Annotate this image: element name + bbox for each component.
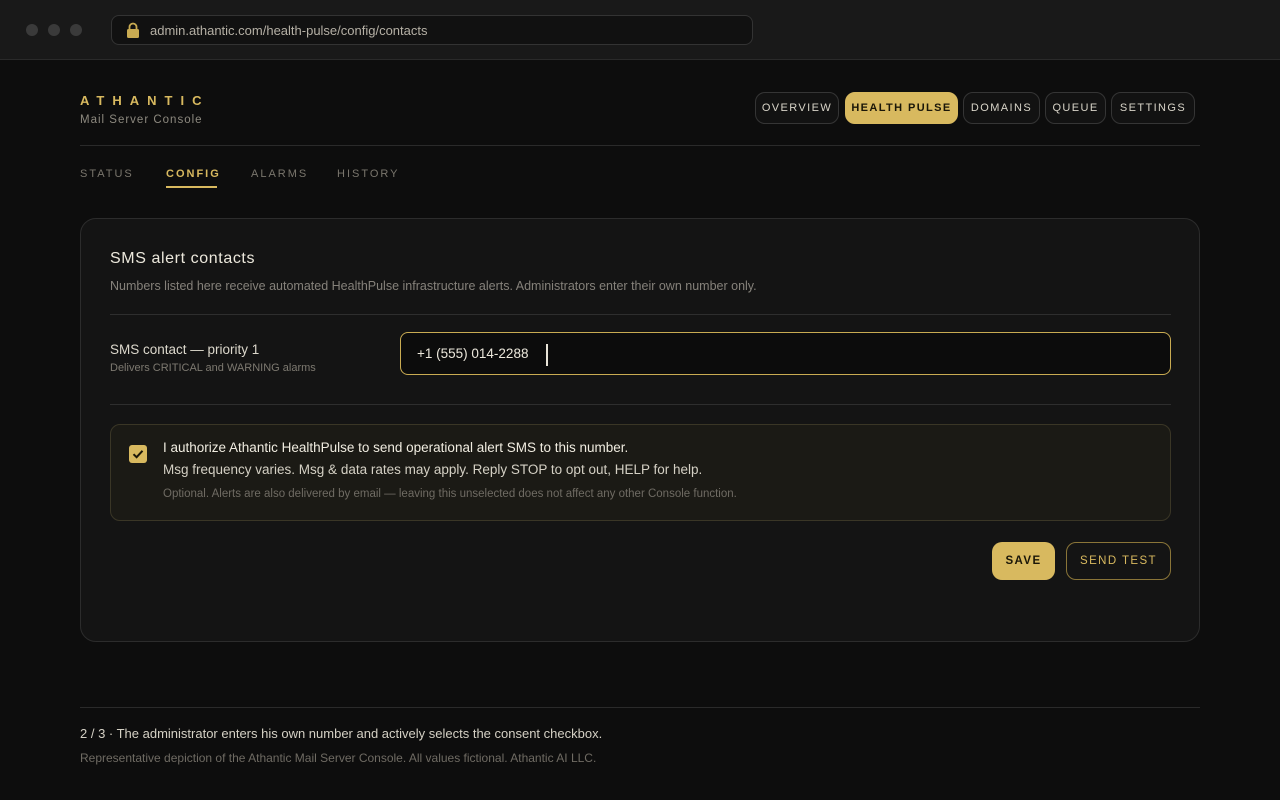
footer-divider [80,707,1200,708]
sms-contact-label: SMS contact — priority 1 [110,342,260,357]
tab-history[interactable]: HISTORY [337,168,400,180]
save-button[interactable]: SAVE [992,542,1055,580]
check-icon [132,450,144,459]
window-maximize-dot[interactable] [70,24,82,36]
brand-subtitle: Mail Server Console [80,114,203,126]
window-minimize-dot[interactable] [48,24,60,36]
sms-phone-input[interactable] [400,332,1171,375]
nav-health-pulse-button[interactable]: HEALTH PULSE [845,92,958,124]
card-title: SMS alert contacts [110,250,256,267]
send-test-button[interactable]: SEND TEST [1066,542,1171,580]
nav-overview-button[interactable]: OVERVIEW [755,92,839,124]
consent-checkbox[interactable] [129,445,147,463]
consent-box: I authorize Athantic HealthPulse to send… [110,424,1171,521]
card-divider [110,404,1171,405]
nav-settings-button[interactable]: SETTINGS [1111,92,1195,124]
url-text: admin.athantic.com/health-pulse/config/c… [150,23,428,38]
consent-optional-note: Optional. Alerts are also delivered by e… [163,488,737,500]
sms-contacts-card: SMS alert contacts Numbers listed here r… [80,218,1200,642]
sms-contact-sublabel: Delivers CRITICAL and WARNING alarms [110,362,316,374]
tab-config[interactable]: CONFIG [166,168,221,180]
tab-alarms[interactable]: ALARMS [251,168,308,180]
footer-note: Representative depiction of the Athantic… [80,751,597,765]
brand-logo: ATHANTIC [80,93,210,108]
lock-icon [126,22,140,39]
window-close-dot[interactable] [26,24,38,36]
nav-domains-button[interactable]: DOMAINS [963,92,1040,124]
card-divider [110,314,1171,315]
card-description: Numbers listed here receive automated He… [110,279,757,293]
footer-caption: 2 / 3 · The administrator enters his own… [80,726,603,741]
browser-chrome: admin.athantic.com/health-pulse/config/c… [0,0,1280,60]
nav-queue-button[interactable]: QUEUE [1045,92,1106,124]
active-tab-indicator [166,186,217,188]
address-bar[interactable]: admin.athantic.com/health-pulse/config/c… [111,15,753,45]
header-divider [80,145,1200,146]
consent-text: I authorize Athantic HealthPulse to send… [163,440,629,455]
text-caret [546,344,548,366]
consent-disclosure: Msg frequency varies. Msg & data rates m… [163,462,703,477]
tab-status[interactable]: STATUS [80,168,134,180]
